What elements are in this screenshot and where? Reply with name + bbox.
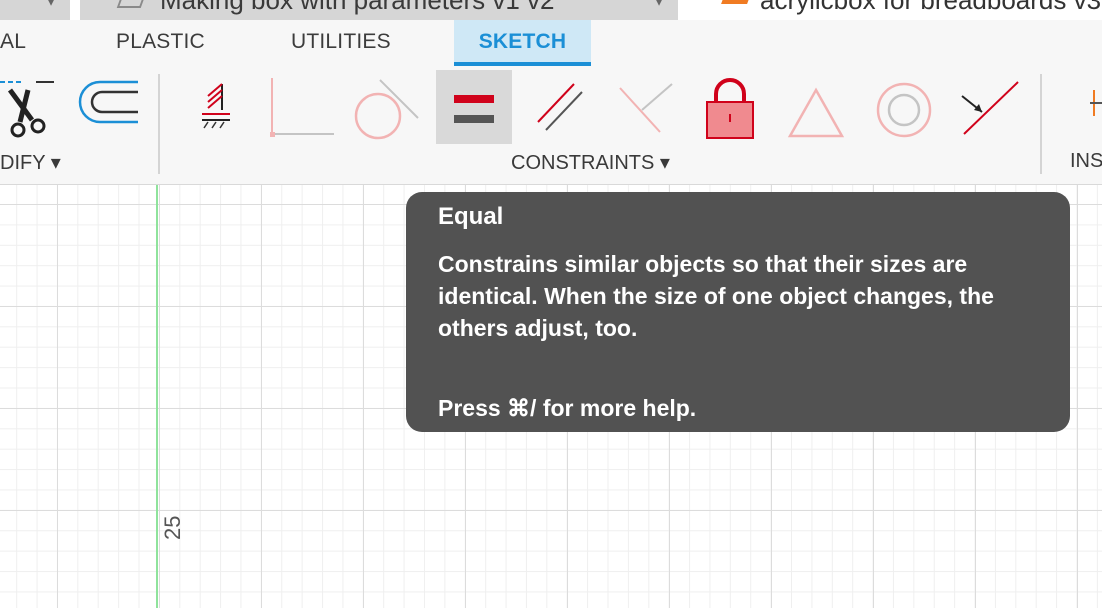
- design-icon: [721, 0, 753, 4]
- fix-tool-button[interactable]: [178, 70, 254, 144]
- toolbar-separator: [1040, 74, 1042, 174]
- equal-icon: [454, 95, 494, 123]
- ribbon-tab-bar: AL PLASTIC UTILITIES SKETCH: [0, 20, 1102, 66]
- document-tab-making-box[interactable]: Making box with parameters v1 v2 ▾: [80, 0, 678, 20]
- document-tab-label: acrylicbox for breadboards v3: [760, 0, 1102, 15]
- tooltip-description: Constrains similar objects so that their…: [438, 251, 994, 341]
- y-axis-line: [156, 185, 158, 608]
- angle-icon: [619, 83, 673, 133]
- dimension-label[interactable]: 25: [160, 516, 186, 540]
- document-tab-acrylicbox[interactable]: acrylicbox for breadboards v3: [718, 0, 1102, 20]
- midpoint-icon: [961, 81, 1019, 135]
- document-tab-label: Making box with parameters v1 v2: [160, 0, 555, 15]
- midpoint-tool-button[interactable]: [952, 70, 1028, 144]
- toolbar-separator: [158, 74, 160, 174]
- sketch-toolbar: DIFY ▾ CONSTRAINTS ▾ INS: [0, 66, 1102, 185]
- lock-icon: [706, 78, 754, 139]
- constraints-group-label[interactable]: CONSTRAINTS ▾: [511, 150, 670, 175]
- tooltip-help-hint: Press ⌘/ for more help.: [438, 395, 697, 421]
- perpendicular-icon: [270, 78, 334, 137]
- parallel-tool-button[interactable]: [522, 70, 598, 144]
- chevron-down-icon[interactable]: ▾: [46, 0, 56, 14]
- chevron-down-icon[interactable]: ▾: [654, 0, 664, 14]
- trim-tool-button[interactable]: [0, 70, 76, 144]
- fix-icon: [202, 83, 230, 129]
- document-tab-strip: ▾ Making box with parameters v1 v2 ▾ acr…: [0, 0, 1102, 20]
- document-tab-previous[interactable]: ▾: [0, 0, 70, 20]
- tab-sketch[interactable]: SKETCH: [454, 20, 591, 66]
- tab-sheet-metal[interactable]: AL: [0, 30, 26, 54]
- equal-tooltip: Equal Constrains similar objects so that…: [406, 192, 1070, 432]
- tangent-icon: [354, 79, 419, 140]
- equal-tool-button[interactable]: [436, 70, 512, 144]
- collinear-tool-button[interactable]: [606, 70, 682, 144]
- offset-tool-button[interactable]: [72, 70, 148, 144]
- perpendicular-tool-button[interactable]: [262, 70, 338, 144]
- modify-group-label[interactable]: DIFY ▾: [0, 150, 61, 175]
- inspect-tool-button[interactable]: [1086, 70, 1102, 144]
- scissors-icon: [0, 81, 54, 138]
- inspect-group-label[interactable]: INS: [1070, 150, 1102, 173]
- triangle-icon: [787, 87, 845, 138]
- symmetry-tool-button[interactable]: [780, 70, 856, 144]
- tab-utilities[interactable]: UTILITIES: [291, 30, 391, 54]
- fix-unfix-lock-button[interactable]: [694, 70, 770, 144]
- tab-plastic[interactable]: PLASTIC: [116, 30, 205, 54]
- tangent-tool-button[interactable]: [348, 70, 424, 144]
- tooltip-title: Equal: [438, 203, 504, 230]
- concentric-tool-button[interactable]: [866, 70, 942, 144]
- measure-icon: [1090, 90, 1102, 116]
- offset-icon: [78, 80, 138, 124]
- parallel-icon: [537, 83, 583, 131]
- concentric-icon: [876, 82, 932, 138]
